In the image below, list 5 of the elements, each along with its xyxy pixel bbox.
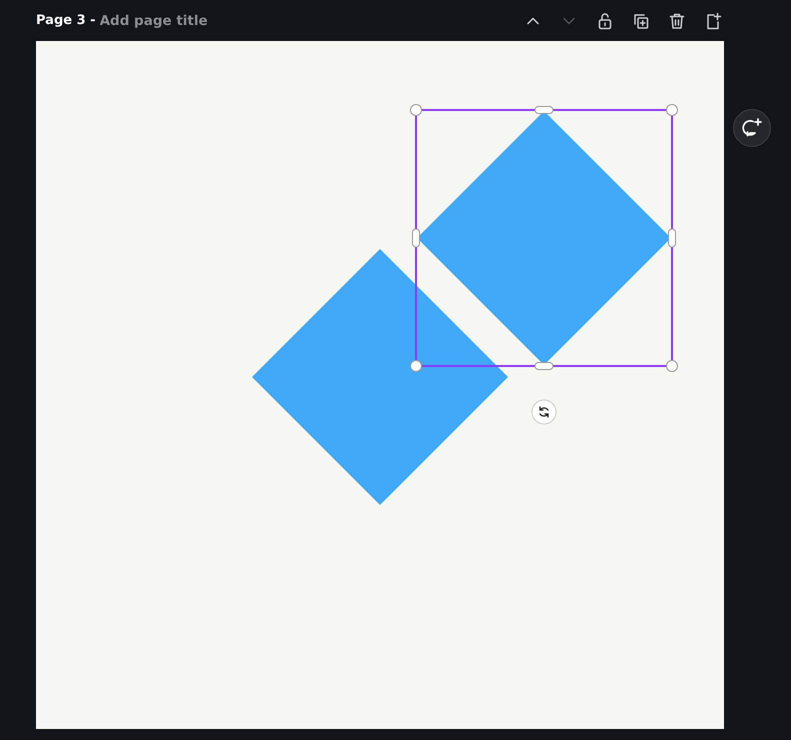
- page-label: Page 3 -: [36, 13, 96, 28]
- page-title-field[interactable]: Add page title: [100, 12, 240, 28]
- add-comment-button[interactable]: [733, 109, 771, 147]
- comment-add-icon: [741, 117, 763, 139]
- rotate-handle[interactable]: [532, 400, 556, 424]
